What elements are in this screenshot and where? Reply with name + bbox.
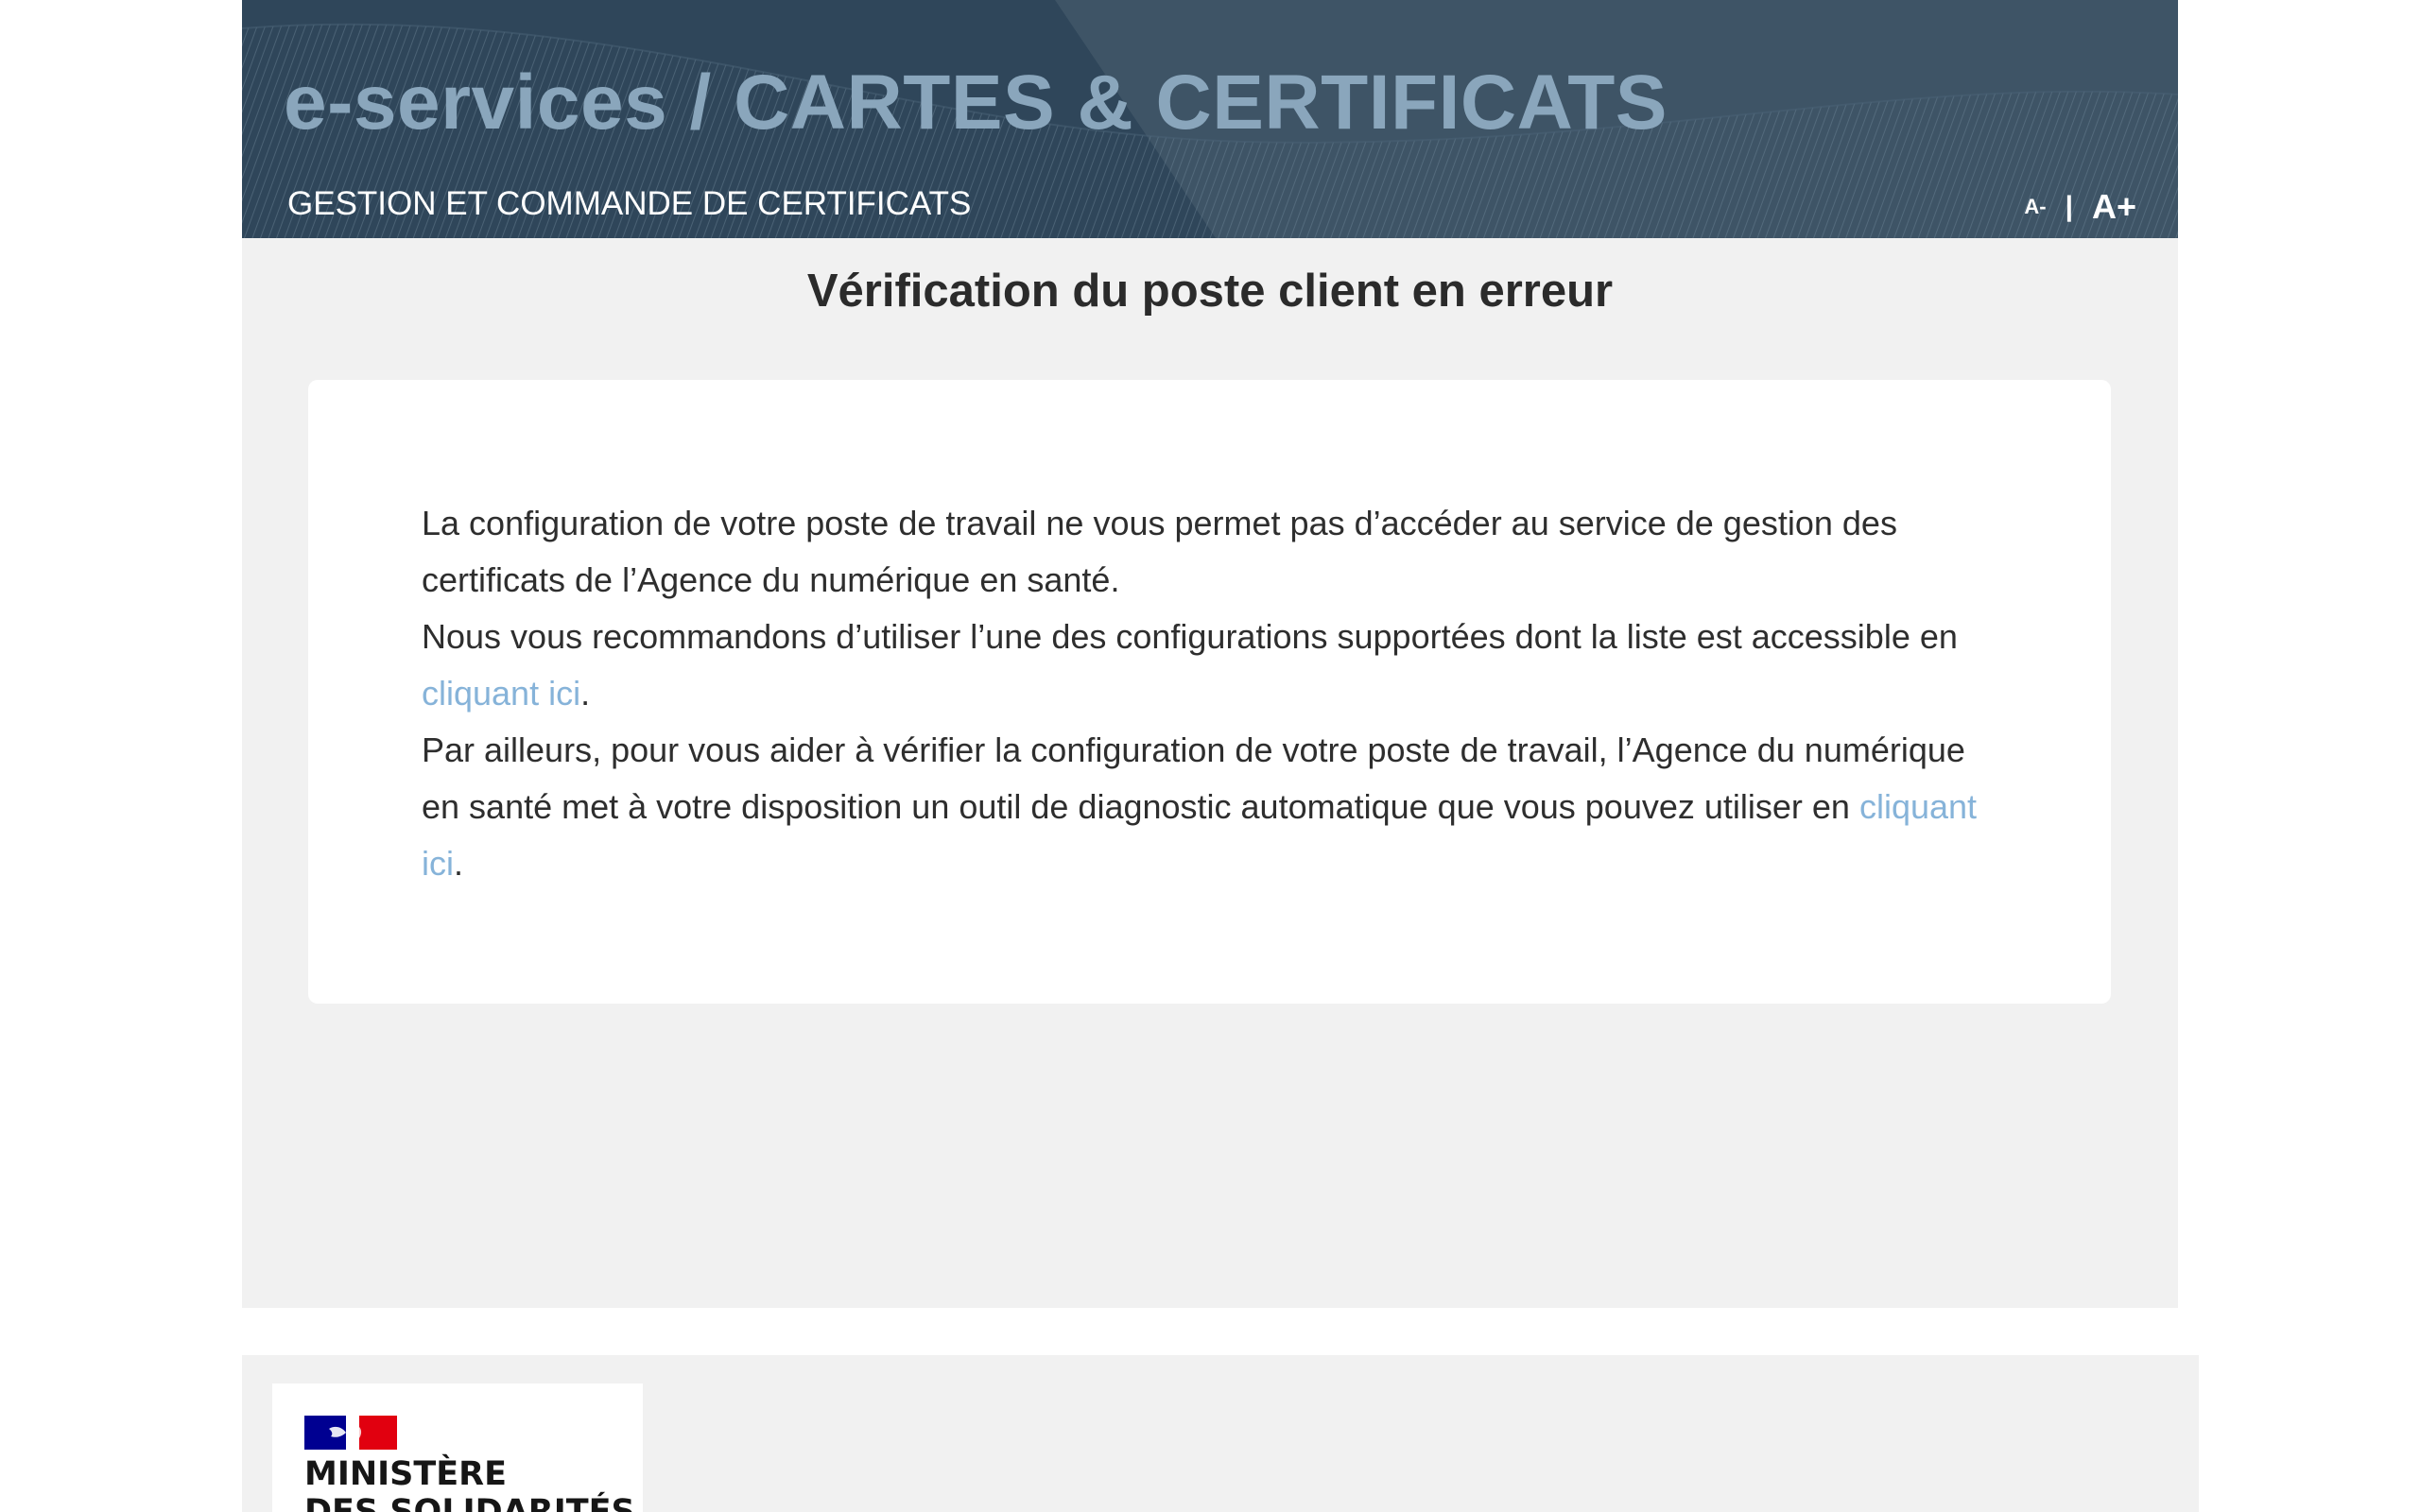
ministry-name-line2: DES SOLIDARITÉS (304, 1493, 635, 1512)
diagnostic-text: Par ailleurs, pour vous aider à vérifier… (422, 730, 1965, 826)
font-increase-button[interactable]: A+ (2092, 187, 2136, 226)
supported-configs-link[interactable]: cliquant ici (422, 674, 580, 713)
site-title: e-services / CARTES & CERTIFICATS (284, 60, 1668, 146)
supported-configs-period: . (580, 674, 591, 713)
page-container: e-services / CARTES & CERTIFICATS GESTIO… (242, 0, 2178, 1308)
error-paragraph-supported-configs: Nous vous recommandons d’utiliser l’une … (422, 609, 2000, 722)
site-header: e-services / CARTES & CERTIFICATS GESTIO… (242, 0, 2178, 238)
error-paragraph-diagnostic: Par ailleurs, pour vous aider à vérifier… (422, 722, 2000, 892)
ministry-logo[interactable]: MINISTÈRE DES SOLIDARITÉS (272, 1383, 643, 1512)
supported-configs-text: Nous vous recommandons d’utiliser l’une … (422, 617, 1958, 656)
french-republic-flag-icon (304, 1416, 397, 1450)
font-size-controls: A- | A+ (2024, 187, 2136, 227)
font-decrease-button[interactable]: A- (2024, 195, 2046, 218)
diagnostic-period: . (454, 844, 464, 883)
site-footer: MINISTÈRE DES SOLIDARITÉS (242, 1355, 2199, 1512)
site-subtitle: GESTION ET COMMANDE DE CERTIFICATS (287, 185, 972, 222)
page-title: Vérification du poste client en erreur (806, 266, 1614, 317)
error-message-card: La configuration de votre poste de trava… (308, 380, 2111, 1004)
ministry-name: MINISTÈRE DES SOLIDARITÉS (304, 1455, 635, 1512)
ministry-name-line1: MINISTÈRE (304, 1455, 508, 1493)
error-message-body: La configuration de votre poste de trava… (422, 495, 2000, 892)
font-controls-separator: | (2065, 191, 2073, 222)
error-paragraph-config: La configuration de votre poste de trava… (422, 504, 1897, 599)
